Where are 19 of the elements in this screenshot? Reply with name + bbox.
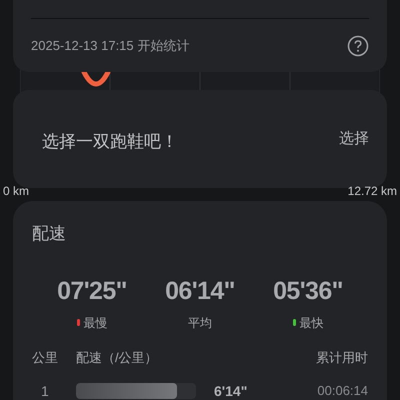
axis-label: 0 km [3, 184, 30, 198]
select-shoe-button[interactable]: 选择 [339, 128, 369, 150]
table-cell-text: 00:06:14 [317, 382, 368, 400]
pace-label: 平均 [188, 314, 212, 332]
shoe-prompt: 选择一双跑鞋吧！ [42, 131, 178, 154]
table-cell-text: 6'14" [214, 382, 248, 400]
column-header: 配速（/公里） [76, 348, 159, 366]
help-icon[interactable] [347, 35, 369, 57]
column-header: 累计用时 [316, 348, 368, 366]
pace-value: 05'36" [273, 276, 343, 304]
pace-value: 07'25" [57, 276, 127, 304]
pace-label: 最慢 [84, 314, 108, 332]
table-cell-text: 1 [40, 382, 50, 400]
pace-value: 06'14" [165, 276, 235, 304]
pace-label: 最快 [300, 314, 324, 332]
column-header: 公里 [32, 348, 59, 366]
start-time-text: 2025-12-13 17:15 开始统计 [31, 37, 190, 56]
axis-label: 12.72 km [348, 184, 397, 198]
pace-title: 配速 [32, 223, 66, 245]
